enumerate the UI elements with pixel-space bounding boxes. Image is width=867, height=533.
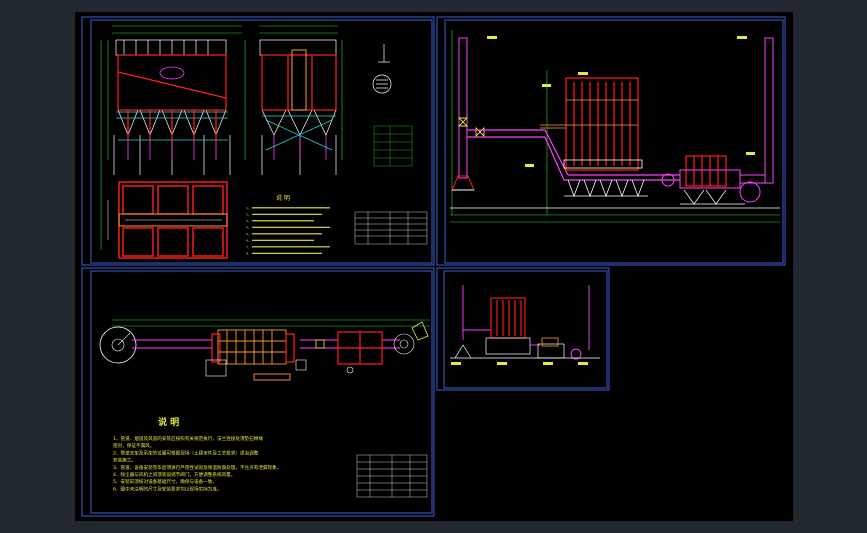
note-line: 安装施工。 xyxy=(113,457,136,464)
note-line: 8、 xyxy=(246,252,251,256)
note-line: 3、 xyxy=(246,219,251,223)
note-line: 4、 xyxy=(246,226,251,230)
note-line: 1、管道、烟道及风道的安装应按照有关规范执行，法兰连接处须垫石棉绳 xyxy=(113,435,263,442)
note-line: 7、 xyxy=(246,245,251,249)
sheet-3-note-title: 说 明 xyxy=(158,416,179,428)
cad-drawing-canvas: 说 明 1、 2、 3、 4、 5、 6、 7、 8、 说 明 1、管道、烟道及风道的安装应按… xyxy=(75,12,793,521)
note-line: 3、管道、设备安装完毕后须进行严密性试验及保温防腐处理，不允许有泄漏现象。 xyxy=(113,464,281,471)
note-line: 2、 xyxy=(246,213,251,217)
cad-viewer: 说 明 1、 2、 3、 4、 5、 6、 7、 8、 说 明 1、管道、烟道及… xyxy=(0,0,867,533)
note-line: 5、 xyxy=(246,232,251,236)
note-line: 6、图中未注明的尺寸及安装要求均以现场实际为准。 xyxy=(113,485,222,492)
sheet-1-note-title: 说 明 xyxy=(276,194,290,202)
note-line: 密封，保证不漏风。 xyxy=(113,442,154,449)
note-line: 6、 xyxy=(246,239,251,243)
note-line: 5、安装前须核对设备基础尺寸，确保与设备一致。 xyxy=(113,478,217,485)
note-line: 2、管道支架及吊架的位置可根据现场（土建条件及工艺要求）适当调整 xyxy=(113,449,259,456)
note-line: 1、 xyxy=(246,206,251,210)
note-line: 4、除尘器与风机之间须装设调节阀门，方便调整系统风量。 xyxy=(113,471,235,478)
